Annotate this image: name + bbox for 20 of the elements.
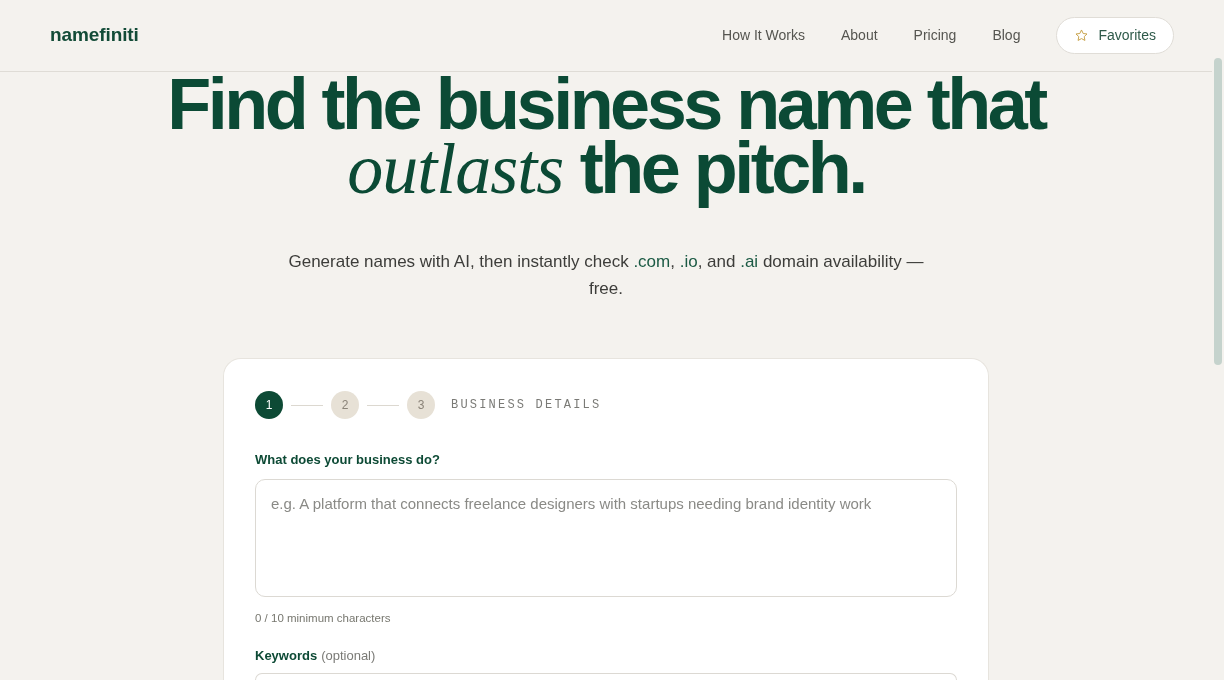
- subtitle: Generate names with AI, then instantly check .com, .io, and .ai domain availability — free.: [287, 251, 925, 300]
- logo-wordmark[interactable]: namefiniti: [50, 24, 139, 46]
- keywords-input[interactable]: [255, 673, 957, 680]
- character-counter: 0 / 10 minimum characters: [255, 611, 391, 625]
- description-textarea[interactable]: e.g. A platform that connects freelance designers with startups needing brand identity work: [255, 479, 957, 597]
- favorites-button[interactable]: Favorites: [1056, 16, 1174, 54]
- step-title: BUSINESS DETAILS: [451, 398, 602, 412]
- nav-link[interactable]: About: [841, 27, 878, 43]
- nav-link[interactable]: How It Works: [722, 27, 805, 43]
- scrollbar-thumb[interactable]: [1214, 58, 1222, 365]
- step-indicator: 3: [407, 391, 435, 419]
- step-indicator: 1: [255, 391, 283, 419]
- nav-link[interactable]: Blog: [992, 27, 1021, 43]
- step-indicator: 2: [331, 391, 359, 419]
- field-label: Keywords: [255, 648, 318, 664]
- star-icon: [1075, 28, 1089, 42]
- field-label: What does your business do?: [255, 452, 440, 468]
- nav-link[interactable]: Pricing: [913, 27, 957, 43]
- optional-note: (optional): [321, 648, 376, 664]
- headline: Find the business name that outlasts the pitch.: [166, 72, 1047, 211]
